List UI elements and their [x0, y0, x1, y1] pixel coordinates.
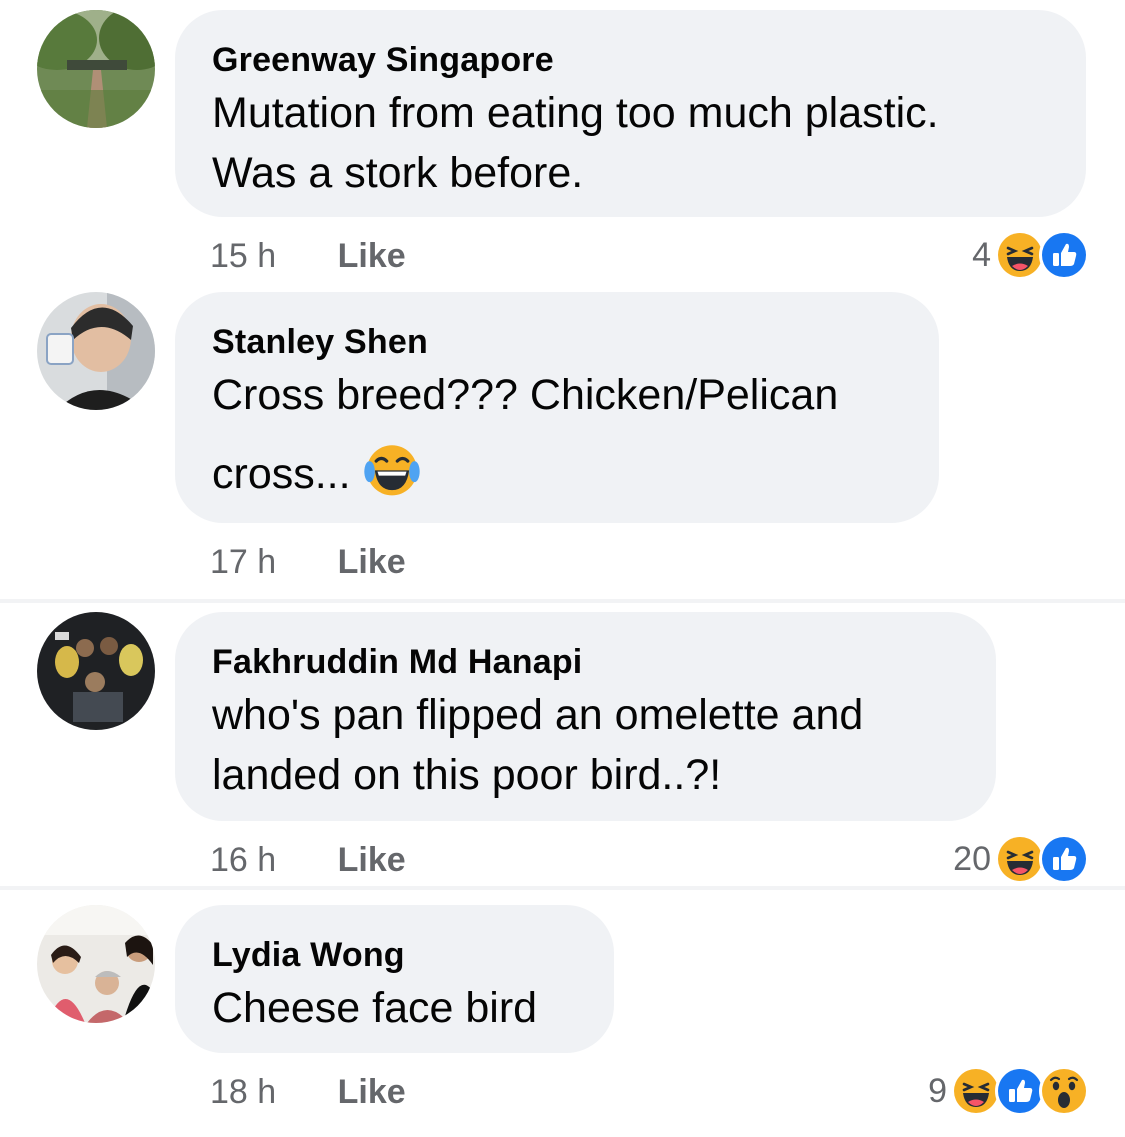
divider [0, 886, 1125, 890]
avatar[interactable] [37, 10, 155, 128]
haha-icon [995, 834, 1045, 884]
comment-text-line: Cross breed??? Chicken/Pelican [212, 371, 839, 419]
reaction-summary[interactable]: 4 [972, 230, 1089, 280]
avatar[interactable] [37, 292, 155, 410]
comment-text-line: landed on this poor bird..?! [212, 751, 722, 799]
comment-time[interactable]: 17 h [210, 543, 276, 582]
haha-icon [995, 230, 1045, 280]
comment-meta: 18 h Like [210, 1073, 406, 1112]
comment-author[interactable]: Greenway Singapore [212, 40, 1048, 80]
comment-text-line: Was a stork before. [212, 149, 584, 197]
like-icon [995, 1066, 1045, 1116]
like-icon [1039, 834, 1089, 884]
comment-author[interactable]: Lydia Wong [212, 935, 576, 975]
divider [0, 599, 1125, 603]
comment-author[interactable]: Stanley Shen [212, 322, 901, 362]
like-button[interactable]: Like [338, 841, 406, 880]
like-icon [1039, 230, 1089, 280]
comment-text-line: Cheese face bird [212, 984, 538, 1032]
avatar[interactable] [37, 905, 155, 1023]
like-button[interactable]: Like [338, 543, 406, 582]
reaction-summary[interactable]: 20 [953, 834, 1089, 884]
reaction-count: 4 [972, 235, 991, 274]
comment-bubble: Fakhruddin Md Hanapi who's pan flipped a… [175, 612, 996, 821]
comment-text-fragment: cross... [212, 450, 351, 498]
comment-text-line: who's pan flipped an omelette and [212, 691, 864, 739]
comment-time[interactable]: 15 h [210, 237, 276, 276]
reaction-count: 20 [953, 839, 991, 878]
comment-bubble: Greenway Singapore Mutation from eating … [175, 10, 1086, 217]
comment-meta: 15 h Like [210, 237, 406, 276]
avatar[interactable] [37, 612, 155, 730]
comment-meta: 16 h Like [210, 841, 406, 880]
comment-bubble: Lydia Wong Cheese face bird [175, 905, 614, 1053]
comment-time[interactable]: 18 h [210, 1073, 276, 1112]
comment-text-line: Mutation from eating too much plastic. [212, 89, 939, 137]
reaction-count: 9 [928, 1071, 947, 1110]
wow-icon [1039, 1066, 1089, 1116]
haha-icon [951, 1066, 1001, 1116]
tears-of-joy-emoji [363, 440, 421, 498]
like-button[interactable]: Like [338, 237, 406, 276]
comment-bubble: Stanley Shen Cross breed??? Chicken/Peli… [175, 292, 939, 523]
comment-time[interactable]: 16 h [210, 841, 276, 880]
comment-author[interactable]: Fakhruddin Md Hanapi [212, 642, 958, 682]
reaction-summary[interactable]: 9 [928, 1066, 1089, 1116]
comment-text-line-2: cross... [212, 440, 901, 505]
comment-meta: 17 h Like [210, 543, 406, 582]
like-button[interactable]: Like [338, 1073, 406, 1112]
